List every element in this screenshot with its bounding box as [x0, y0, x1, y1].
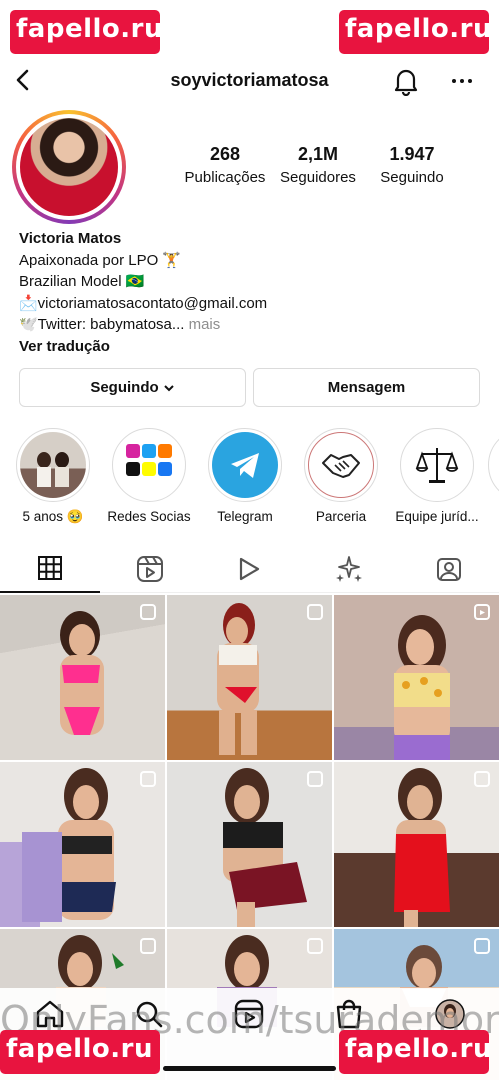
- bio-email-link[interactable]: 📩victoriamatosacontato@gmail.com: [19, 293, 479, 315]
- carousel-icon: [307, 604, 323, 620]
- home-indicator: [163, 1066, 336, 1071]
- carousel-icon: [140, 771, 156, 787]
- bio-more-link[interactable]: mais: [184, 316, 221, 333]
- story-highlights: 5 anos 🥹 Redes Socias Telegram Parceria …: [0, 428, 499, 528]
- tab-tagged[interactable]: [399, 545, 499, 593]
- telegram-icon: [212, 432, 278, 498]
- chevron-down-icon: [163, 384, 174, 391]
- see-translation-link[interactable]: Ver tradução: [19, 336, 479, 358]
- post-thumbnail[interactable]: [334, 595, 499, 760]
- stat-posts[interactable]: 268 Publicações: [182, 144, 268, 186]
- carousel-icon: [474, 771, 490, 787]
- tab-ai-sparkles[interactable]: [299, 545, 399, 593]
- sparkles-icon: [336, 556, 363, 582]
- highlight-label: Telegram: [217, 509, 273, 524]
- followers-label: Seguidores: [280, 169, 356, 186]
- profile-full-name: Victoria Matos: [19, 230, 122, 247]
- grid-icon: [37, 556, 62, 580]
- highlight-partial[interactable]: [488, 428, 499, 502]
- avatar-photo: [20, 118, 118, 216]
- bio-line-1: Apaixonada por LPO 🏋️: [19, 251, 182, 269]
- tab-posts-grid[interactable]: [0, 545, 100, 593]
- play-icon: [240, 557, 260, 581]
- following-button-label: Seguindo: [90, 379, 159, 396]
- posts-grid: [0, 595, 499, 1080]
- following-label: Seguindo: [380, 169, 444, 186]
- posts-label: Publicações: [184, 169, 266, 186]
- profile-username: soyvictoriamatosa: [170, 70, 329, 90]
- highlight-label: Parceria: [315, 509, 367, 524]
- highlight-label: Equipe juríd...: [395, 509, 479, 524]
- watermark-bottom-right: fapello.ru: [339, 1030, 492, 1074]
- post-thumbnail[interactable]: [334, 762, 499, 927]
- highlight-label: 5 anos 🥹: [22, 509, 84, 524]
- highlight-redes-socias[interactable]: Redes Socias: [104, 428, 194, 524]
- more-options-icon[interactable]: [450, 66, 474, 96]
- social-apps-icon: [116, 432, 182, 498]
- carousel-icon: [140, 604, 156, 620]
- highlight-label: Redes Socias: [107, 509, 191, 524]
- message-button-label: Mensagem: [327, 379, 406, 396]
- bio-line-4: 🕊️Twitter: babymatosa... mais: [19, 314, 479, 336]
- watermark-top-left: fapello.ru: [10, 10, 163, 54]
- post-thumbnail[interactable]: [167, 595, 332, 760]
- highlight-parceria[interactable]: Parceria: [296, 428, 386, 524]
- profile-tabs: [0, 545, 499, 593]
- carousel-icon: [474, 938, 490, 954]
- carousel-icon: [307, 771, 323, 787]
- carousel-icon: [140, 938, 156, 954]
- reels-icon: [136, 556, 163, 582]
- highlight-5-anos[interactable]: 5 anos 🥹: [8, 428, 98, 525]
- following-count: 1.947: [389, 144, 435, 164]
- post-thumbnail[interactable]: [0, 595, 165, 760]
- highlight-equipe-juridica[interactable]: Equipe juríd...: [392, 428, 482, 524]
- highlight-photo: [20, 432, 86, 498]
- tagged-person-icon: [437, 558, 462, 581]
- highlight-telegram[interactable]: Telegram: [200, 428, 290, 524]
- scales-of-justice-icon: [404, 432, 470, 498]
- post-thumbnail[interactable]: [0, 762, 165, 927]
- profile-avatar[interactable]: [12, 110, 126, 224]
- posts-count: 268: [209, 144, 241, 164]
- following-button[interactable]: Seguindo: [19, 368, 246, 407]
- tab-videos[interactable]: [200, 545, 300, 593]
- watermark-top-right: fapello.ru: [339, 10, 492, 54]
- reel-badge-icon: [474, 604, 490, 620]
- notification-bell-icon[interactable]: [392, 66, 420, 97]
- carousel-icon: [307, 938, 323, 954]
- profile-header: soyvictoriamatosa: [0, 62, 499, 102]
- stat-followers[interactable]: 2,1M Seguidores: [275, 144, 361, 186]
- handshake-icon: [308, 432, 374, 498]
- post-thumbnail[interactable]: [167, 762, 332, 927]
- message-button[interactable]: Mensagem: [253, 368, 480, 407]
- bio-twitter: 🕊️Twitter: babymatosa...: [19, 316, 185, 333]
- followers-count: 2,1M: [297, 144, 339, 164]
- profile-bio: Victoria Matos Apaixonada por LPO 🏋️ Bra…: [19, 228, 479, 357]
- stat-following[interactable]: 1.947 Seguindo: [372, 144, 452, 186]
- bio-line-2: Brazilian Model 🇧🇷: [19, 273, 145, 290]
- tab-reels[interactable]: [100, 545, 200, 593]
- watermark-bottom-left: fapello.ru: [0, 1030, 160, 1074]
